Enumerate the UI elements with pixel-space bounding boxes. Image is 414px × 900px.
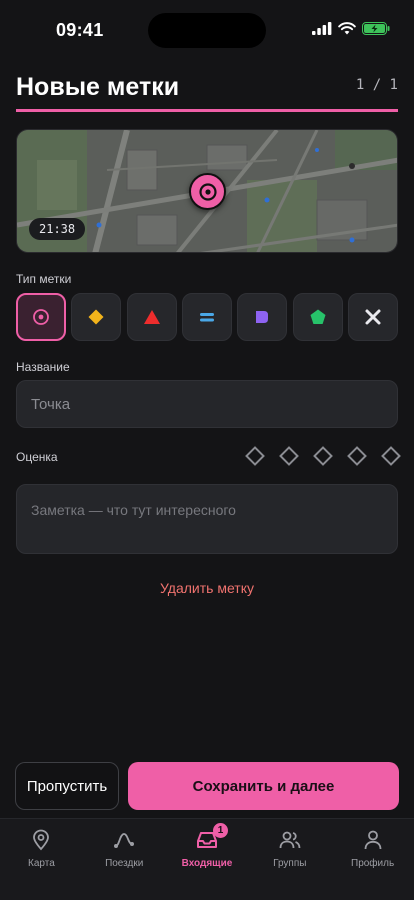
close-icon: [365, 309, 381, 325]
triangle-icon: [143, 310, 160, 324]
tab-label: Карта: [28, 858, 55, 869]
inbox-badge: 1: [212, 823, 228, 838]
type-button-target[interactable]: [16, 293, 66, 341]
rating-option-5[interactable]: [380, 445, 402, 467]
diamond-outline-icon: [279, 446, 299, 466]
tab-trips[interactable]: Поездки: [83, 819, 166, 900]
dynamic-island: [148, 13, 266, 48]
signal-icon: [312, 22, 332, 35]
type-button-triangle[interactable]: [126, 293, 177, 341]
rating-option-4[interactable]: [346, 445, 368, 467]
rating-option-2[interactable]: [278, 445, 300, 467]
status-icons: [312, 22, 390, 35]
wifi-icon: [338, 22, 356, 35]
type-selector: [16, 293, 398, 341]
type-button-diamond[interactable]: [71, 293, 122, 341]
note-textarea[interactable]: Заметка — что тут интересного: [16, 484, 398, 554]
tab-profile[interactable]: Профиль: [331, 819, 414, 900]
page-title: Новые метки: [16, 73, 180, 101]
type-label: Тип метки: [16, 272, 72, 286]
diamond-outline-icon: [313, 446, 333, 466]
name-input[interactable]: Точка: [16, 380, 398, 428]
rating-option-1[interactable]: [244, 445, 266, 467]
map-preview[interactable]: 21:38: [16, 129, 398, 253]
flag-icon: [256, 311, 269, 323]
type-button-pentagon[interactable]: [292, 293, 343, 341]
target-icon: [198, 182, 217, 201]
diamond-outline-icon: [381, 446, 401, 466]
map-pin-icon: [33, 829, 50, 851]
tab-label: Профиль: [351, 858, 395, 869]
delete-button[interactable]: Удалить метку: [0, 580, 414, 596]
rating-option-3[interactable]: [312, 445, 334, 467]
diamond-icon: [88, 309, 104, 325]
equals-icon: [199, 313, 214, 322]
user-icon: [364, 830, 381, 850]
route-icon: [114, 833, 135, 848]
rating-label: Оценка: [16, 450, 58, 464]
tab-label: Группы: [273, 858, 307, 869]
rating-stars: [244, 445, 402, 467]
type-button-flag[interactable]: [237, 293, 288, 341]
diamond-outline-icon: [347, 446, 367, 466]
type-button-none[interactable]: [347, 293, 398, 341]
diamond-outline-icon: [245, 446, 265, 466]
tab-bar: Карта Поездки 1 Входящие Группы Профиль: [0, 818, 414, 900]
map-timestamp: 21:38: [29, 218, 86, 240]
name-label: Название: [16, 360, 70, 374]
tab-inbox[interactable]: 1 Входящие: [166, 819, 249, 900]
skip-button[interactable]: Пропустить: [15, 762, 119, 810]
tab-groups[interactable]: Группы: [248, 819, 331, 900]
map-marker[interactable]: [189, 173, 226, 210]
pentagon-icon: [310, 309, 326, 324]
header: Новые метки 1 / 1: [16, 70, 398, 112]
target-icon: [33, 309, 49, 325]
users-icon: [279, 831, 301, 849]
type-button-equals[interactable]: [181, 293, 232, 341]
tab-label: Входящие: [181, 858, 233, 869]
tab-label: Поездки: [105, 858, 144, 869]
page-counter: 1 / 1: [355, 77, 398, 93]
status-bar: 09:41: [0, 0, 414, 62]
save-next-button[interactable]: Сохранить и далее: [128, 762, 399, 810]
battery-icon: [362, 22, 390, 35]
status-time: 09:41: [56, 20, 104, 40]
tab-map[interactable]: Карта: [0, 819, 83, 900]
